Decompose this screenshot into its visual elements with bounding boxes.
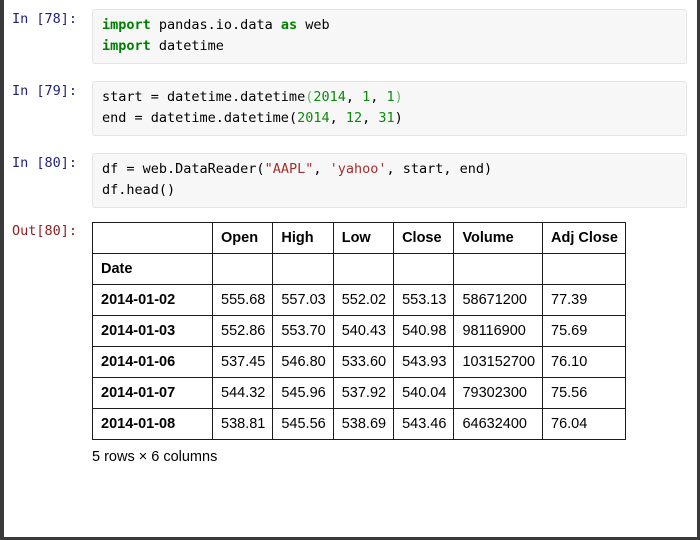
table-head: Open High Low Close Volume Adj Close Date	[92, 222, 626, 285]
table-body: 2014-01-02 555.68 557.03 552.02 553.13 586712…	[92, 284, 626, 440]
table-cell: 538.81	[211, 408, 274, 440]
table-cell: 543.93	[393, 346, 455, 378]
table-row: 2014-01-06 537.45 546.80 533.60 543.93 103152…	[92, 346, 626, 378]
table-row: 2014-01-07 544.32 545.96 537.92 540.04 793023…	[92, 377, 626, 409]
dataframe-output: Open High Low Close Volume Adj Close Date 201…	[92, 221, 691, 465]
spacer-top	[4, 0, 697, 9]
column-header-low: Low	[332, 222, 395, 254]
row-index-cell: 2014-01-08	[92, 408, 213, 440]
notebook-cell-in-78[interactable]: In [78]: import pandas.io.data as web im…	[4, 9, 697, 64]
code-text-79[interactable]: start = datetime.datetime(2014, 1, 1) en…	[102, 87, 677, 129]
index-name-filler-cell	[211, 253, 274, 285]
row-index-cell: 2014-01-03	[92, 315, 213, 347]
index-name-filler-cell	[393, 253, 455, 285]
table-cell: 553.13	[393, 284, 455, 316]
code-input-80[interactable]: df = web.DataReader("AAPL", 'yahoo', sta…	[92, 153, 687, 208]
table-cell: 537.45	[211, 346, 274, 378]
table-row: 2014-01-03 552.86 553.70 540.43 540.98 981169…	[92, 315, 626, 347]
table-index-name-row: Date	[92, 253, 626, 285]
dataframe-table: Open High Low Close Volume Adj Close Date 201…	[92, 222, 626, 440]
table-cell: 544.32	[211, 377, 274, 409]
row-index-cell: 2014-01-07	[92, 377, 213, 409]
table-cell: 77.39	[542, 284, 626, 316]
table-cell: 553.70	[272, 315, 334, 347]
table-cell: 555.68	[211, 284, 274, 316]
code-input-78[interactable]: import pandas.io.data as web import date…	[92, 9, 687, 64]
index-corner-cell	[92, 222, 213, 254]
table-cell: 103152700	[453, 346, 544, 378]
index-name-filler-cell	[542, 253, 626, 285]
table-cell: 546.80	[272, 346, 334, 378]
dataframe-shape-label: 5 rows × 6 columns	[92, 449, 218, 465]
table-header-row: Open High Low Close Volume Adj Close	[92, 222, 626, 254]
table-cell: 552.86	[211, 315, 274, 347]
code-text-80[interactable]: df = web.DataReader("AAPL", 'yahoo', sta…	[102, 159, 677, 201]
index-name-filler-cell	[453, 253, 544, 285]
table-cell: 76.10	[542, 346, 626, 378]
table-cell: 79302300	[453, 377, 544, 409]
code-text-78[interactable]: import pandas.io.data as web import date…	[102, 15, 677, 57]
table-cell: 545.96	[272, 377, 334, 409]
table-cell: 545.56	[272, 408, 334, 440]
table-row: 2014-01-08 538.81 545.56 538.69 543.46 646324…	[92, 408, 626, 440]
table-row: 2014-01-02 555.68 557.03 552.02 553.13 586712…	[92, 284, 626, 316]
notebook-content: In [78]: import pandas.io.data as web im…	[4, 0, 697, 537]
table-cell: 98116900	[453, 315, 544, 347]
column-header-high: High	[272, 222, 334, 254]
table-cell: 540.43	[332, 315, 395, 347]
index-name-filler-cell	[272, 253, 334, 285]
row-index-cell: 2014-01-02	[92, 284, 213, 316]
column-header-volume: Volume	[453, 222, 544, 254]
column-header-close: Close	[393, 222, 455, 254]
table-cell: 552.02	[332, 284, 395, 316]
column-header-adj-close: Adj Close	[542, 222, 626, 254]
table-cell: 533.60	[332, 346, 395, 378]
column-header-open: Open	[211, 222, 274, 254]
table-cell: 543.46	[393, 408, 455, 440]
table-cell: 75.69	[542, 315, 626, 347]
notebook-cell-out-80: Out[80]: Open High Low Close Volume Adj Close…	[4, 221, 697, 465]
table-cell: 538.69	[332, 408, 395, 440]
table-cell: 537.92	[332, 377, 395, 409]
input-prompt-78[interactable]: In [78]:	[4, 9, 92, 29]
table-cell: 75.56	[542, 377, 626, 409]
table-cell: 58671200	[453, 284, 544, 316]
notebook-page: In [78]: import pandas.io.data as web im…	[0, 0, 700, 540]
input-prompt-79[interactable]: In [79]:	[4, 81, 92, 101]
notebook-cell-in-80[interactable]: In [80]: df = web.DataReader("AAPL", 'ya…	[4, 153, 697, 208]
table-cell: 540.98	[393, 315, 455, 347]
row-index-cell: 2014-01-06	[92, 346, 213, 378]
index-name-cell: Date	[92, 253, 213, 285]
notebook-cell-in-79[interactable]: In [79]: start = datetime.datetime(2014,…	[4, 81, 697, 136]
table-cell: 540.04	[393, 377, 455, 409]
code-input-79[interactable]: start = datetime.datetime(2014, 1, 1) en…	[92, 81, 687, 136]
input-prompt-80[interactable]: In [80]:	[4, 153, 92, 173]
table-cell: 557.03	[272, 284, 334, 316]
table-cell: 76.04	[542, 408, 626, 440]
table-cell: 64632400	[453, 408, 544, 440]
index-name-filler-cell	[332, 253, 395, 285]
output-prompt-80[interactable]: Out[80]:	[4, 221, 92, 241]
